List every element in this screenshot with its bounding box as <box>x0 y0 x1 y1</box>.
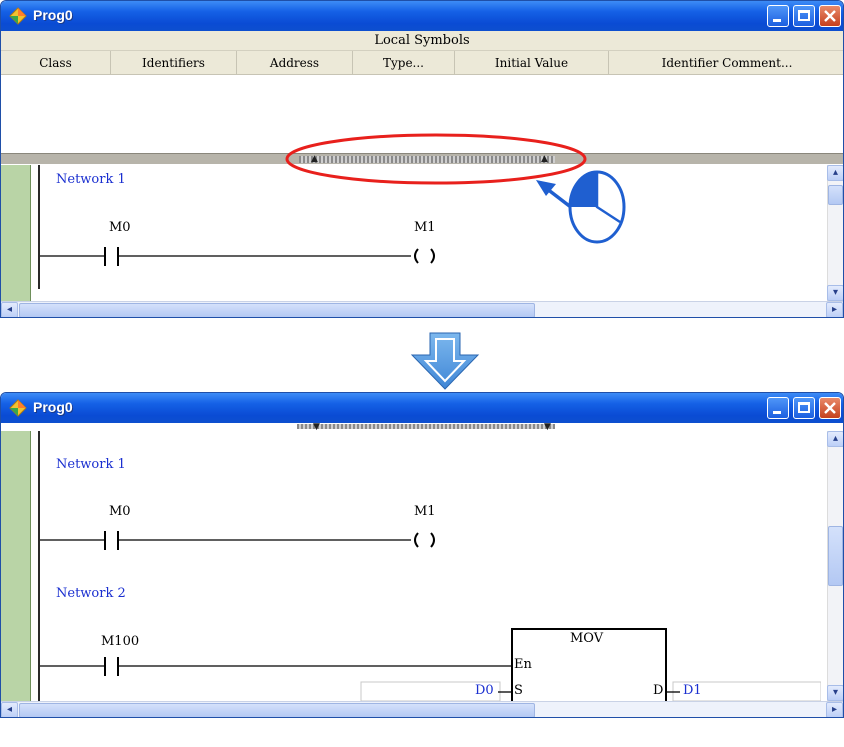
title-bar[interactable]: Prog0 <box>1 393 843 423</box>
scroll-thumb[interactable] <box>828 526 843 586</box>
ladder-editor[interactable]: Network 1 M0 M1 Network 2 M100 MOV En S … <box>1 431 843 717</box>
scroll-right-icon[interactable]: ▸ <box>826 702 843 717</box>
scroll-down-icon[interactable]: ▾ <box>827 685 843 701</box>
ladder-rungs[interactable] <box>1 431 821 701</box>
close-button[interactable] <box>819 397 841 419</box>
program-icon <box>9 399 27 417</box>
horizontal-scrollbar[interactable]: ◂ ▸ <box>1 701 843 717</box>
input-operand-s[interactable]: D0 <box>475 683 494 698</box>
pin-s-label: S <box>514 683 523 698</box>
close-icon <box>824 402 836 414</box>
output-operand-d[interactable]: D1 <box>683 683 702 698</box>
minimize-icon <box>773 411 781 414</box>
pin-d-label: D <box>653 683 664 698</box>
hscroll-thumb[interactable] <box>19 703 535 717</box>
scroll-left-icon[interactable]: ◂ <box>1 702 18 717</box>
splitter-bar[interactable]: ▼ ▼ <box>1 422 843 432</box>
maximize-button[interactable] <box>793 397 815 419</box>
mouse-icon <box>568 170 626 244</box>
scroll-up-icon[interactable]: ▴ <box>827 431 843 447</box>
pointer-arrow-icon <box>536 180 574 210</box>
splitter-grip[interactable] <box>297 424 555 429</box>
annotation-overlay <box>536 170 626 244</box>
down-arrow-icon <box>410 332 480 390</box>
window-title: Prog0 <box>33 399 73 415</box>
minimize-button[interactable] <box>767 397 789 419</box>
program-window-bottom: Prog0 ▼ ▼ Network 1 M0 M1 Network 2 M100 <box>0 392 844 718</box>
pin-en-label: En <box>514 657 532 672</box>
function-block-name[interactable]: MOV <box>570 631 603 646</box>
vertical-scrollbar[interactable]: ▴ ▾ <box>827 431 843 701</box>
maximize-icon <box>798 402 810 413</box>
